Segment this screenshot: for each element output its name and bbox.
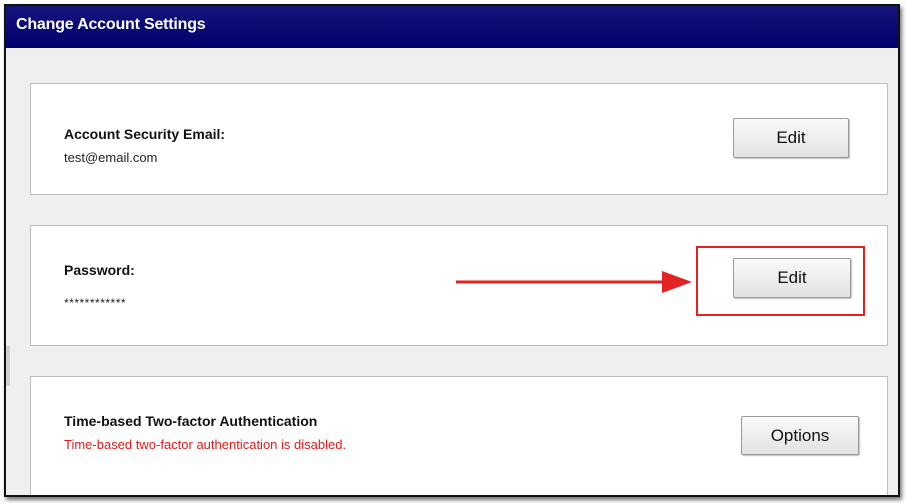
password-value: ************: [64, 296, 127, 310]
two-factor-status: Time-based two-factor authentication is …: [64, 437, 347, 452]
email-label: Account Security Email:: [64, 126, 226, 142]
account-settings-window: Change Account Settings Account Security…: [4, 4, 900, 497]
scroll-edge: [6, 346, 10, 386]
highlight-box: [696, 246, 865, 316]
email-section: Account Security Email: test@email.com E…: [30, 83, 888, 195]
right-arrow-icon: [456, 271, 692, 293]
two-factor-section: Time-based Two-factor Authentication Tim…: [30, 376, 888, 495]
two-factor-label: Time-based Two-factor Authentication: [64, 413, 318, 429]
two-factor-options-button[interactable]: Options: [741, 416, 859, 455]
email-value: test@email.com: [64, 150, 158, 165]
window-title: Change Account Settings: [6, 6, 898, 48]
edit-email-button[interactable]: Edit: [733, 118, 849, 158]
password-label: Password:: [64, 262, 135, 278]
